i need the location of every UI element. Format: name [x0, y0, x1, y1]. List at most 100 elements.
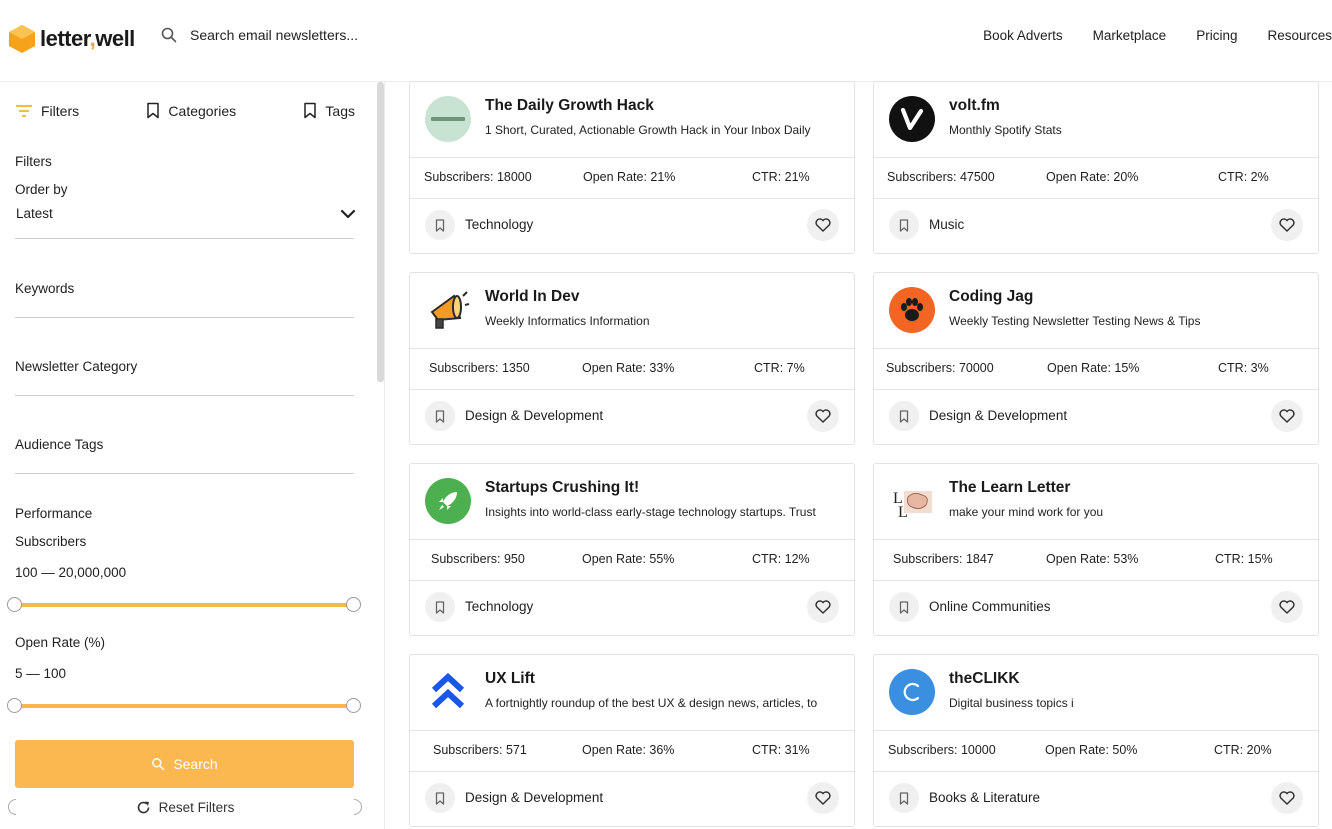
- reset-filters-button[interactable]: Reset Filters: [8, 798, 362, 816]
- heart-icon[interactable]: [807, 591, 839, 623]
- chevrons-up-logo-icon: [425, 669, 471, 715]
- tab-filters[interactable]: Filters: [15, 102, 79, 119]
- bookmark-icon[interactable]: [889, 783, 919, 813]
- divider: [15, 238, 354, 239]
- card-title[interactable]: Coding Jag: [949, 288, 1033, 306]
- card-footer: Technology: [410, 581, 854, 635]
- order-by-select[interactable]: Latest: [16, 206, 356, 221]
- heart-icon[interactable]: [807, 400, 839, 432]
- card-category[interactable]: Online Communities: [929, 599, 1051, 614]
- card-description: make your mind work for you: [949, 505, 1104, 519]
- card-category[interactable]: Design & Development: [929, 408, 1067, 423]
- card-title[interactable]: volt.fm: [949, 97, 1000, 115]
- heart-icon[interactable]: [1271, 400, 1303, 432]
- nav-book-adverts[interactable]: Book Adverts: [983, 28, 1063, 43]
- open-rate-slider-max-handle[interactable]: [346, 698, 361, 713]
- card-title[interactable]: Startups Crushing It!: [485, 479, 639, 497]
- card-header: volt.fm Monthly Spotify Stats: [874, 82, 1318, 158]
- card-category[interactable]: Technology: [465, 599, 533, 614]
- card-category[interactable]: Music: [929, 217, 964, 232]
- ctr-stat: CTR: 20%: [1214, 743, 1272, 757]
- subscribers-slider-min-handle[interactable]: [7, 597, 22, 612]
- search-button[interactable]: Search: [15, 740, 354, 788]
- megaphone-logo-icon: [425, 287, 471, 333]
- subscribers-slider-track[interactable]: [15, 603, 354, 607]
- filters-heading: Filters: [15, 154, 52, 169]
- newsletter-card[interactable]: World In Dev Weekly Informatics Informat…: [409, 272, 855, 445]
- tab-tags[interactable]: Tags: [303, 102, 355, 119]
- newsletter-card[interactable]: L L The Learn Letter make your mind work…: [873, 463, 1319, 636]
- card-stats: Subscribers: 18000 Open Rate: 21% CTR: 2…: [410, 158, 854, 199]
- bookmark-icon: [147, 102, 160, 119]
- card-header: theCLIKK Digital business topics i: [874, 655, 1318, 731]
- newsletter-card[interactable]: volt.fm Monthly Spotify Stats Subscriber…: [873, 81, 1319, 254]
- card-category[interactable]: Books & Literature: [929, 790, 1040, 805]
- heart-icon[interactable]: [1271, 209, 1303, 241]
- heart-icon[interactable]: [807, 209, 839, 241]
- reset-filters-label: Reset Filters: [158, 799, 235, 815]
- search-icon[interactable]: [160, 26, 178, 44]
- card-category[interactable]: Design & Development: [465, 790, 603, 805]
- subscribers-slider-max-handle[interactable]: [346, 597, 361, 612]
- card-title[interactable]: World In Dev: [485, 288, 579, 306]
- card-category[interactable]: Technology: [465, 217, 533, 232]
- heart-icon[interactable]: [1271, 782, 1303, 814]
- card-footer: Design & Development: [410, 390, 854, 444]
- open-rate-slider-track[interactable]: [15, 704, 354, 708]
- newsletter-card[interactable]: The Daily Growth Hack 1 Short, Curated, …: [409, 81, 855, 254]
- card-stats: Subscribers: 571 Open Rate: 36% CTR: 31%: [410, 731, 854, 772]
- nav-marketplace[interactable]: Marketplace: [1093, 28, 1167, 43]
- card-title[interactable]: The Learn Letter: [949, 479, 1070, 497]
- main-nav: Book Adverts Marketplace Pricing Resourc…: [983, 28, 1332, 43]
- card-header: World In Dev Weekly Informatics Informat…: [410, 273, 854, 349]
- subscribers-stat: Subscribers: 18000: [424, 170, 532, 184]
- newsletter-card[interactable]: Startups Crushing It! Insights into worl…: [409, 463, 855, 636]
- ctr-stat: CTR: 7%: [754, 361, 805, 375]
- divider: [15, 395, 354, 396]
- nav-resources[interactable]: Resources: [1267, 28, 1332, 43]
- newsletter-category-field[interactable]: Newsletter Category: [15, 359, 137, 374]
- card-title[interactable]: UX Lift: [485, 670, 535, 688]
- card-description: Monthly Spotify Stats: [949, 123, 1062, 137]
- card-description: Weekly Testing Newsletter Testing News &…: [949, 314, 1201, 328]
- bookmark-icon[interactable]: [889, 592, 919, 622]
- newsletter-card[interactable]: theCLIKK Digital business topics i Subsc…: [873, 654, 1319, 827]
- card-description: Weekly Informatics Information: [485, 314, 650, 328]
- keywords-field[interactable]: Keywords: [15, 281, 74, 296]
- reset-right-cap: [354, 799, 362, 815]
- heart-icon[interactable]: [1271, 591, 1303, 623]
- card-footer: Design & Development: [410, 772, 854, 826]
- card-description: Insights into world-class early-stage te…: [485, 505, 816, 519]
- newsletter-card[interactable]: UX Lift A fortnightly roundup of the bes…: [409, 654, 855, 827]
- performance-heading: Performance: [15, 506, 93, 521]
- bookmark-icon[interactable]: [425, 783, 455, 813]
- bookmark-icon[interactable]: [425, 401, 455, 431]
- subscribers-stat: Subscribers: 1350: [429, 361, 530, 375]
- newsletter-card[interactable]: Coding Jag Weekly Testing Newsletter Tes…: [873, 272, 1319, 445]
- bookmark-icon[interactable]: [425, 592, 455, 622]
- bookmark-icon[interactable]: [889, 401, 919, 431]
- card-description: A fortnightly roundup of the best UX & d…: [485, 696, 818, 710]
- letterwell-logo[interactable]: letter,well: [8, 24, 135, 54]
- nav-pricing[interactable]: Pricing: [1196, 28, 1237, 43]
- bookmark-icon[interactable]: [425, 210, 455, 240]
- card-stats: Subscribers: 47500 Open Rate: 20% CTR: 2…: [874, 158, 1318, 199]
- card-description: Digital business topics i: [949, 696, 1074, 710]
- tab-tags-label: Tags: [325, 102, 355, 119]
- tab-categories[interactable]: Categories: [146, 102, 236, 119]
- bookmark-icon[interactable]: [889, 210, 919, 240]
- tab-categories-label: Categories: [168, 102, 237, 119]
- audience-tags-field[interactable]: Audience Tags: [15, 437, 103, 452]
- search-icon: [152, 758, 165, 771]
- card-title[interactable]: The Daily Growth Hack: [485, 97, 654, 115]
- heart-icon[interactable]: [807, 782, 839, 814]
- card-header: The Daily Growth Hack 1 Short, Curated, …: [410, 82, 854, 158]
- card-title[interactable]: theCLIKK: [949, 670, 1020, 688]
- ctr-stat: CTR: 3%: [1218, 361, 1269, 375]
- sidebar-scrollbar[interactable]: [377, 82, 384, 382]
- search-input[interactable]: [190, 27, 430, 43]
- open-rate-slider-min-handle[interactable]: [7, 698, 22, 713]
- card-category[interactable]: Design & Development: [465, 408, 603, 423]
- svg-text:L: L: [898, 504, 908, 521]
- subscribers-stat: Subscribers: 950: [431, 552, 525, 566]
